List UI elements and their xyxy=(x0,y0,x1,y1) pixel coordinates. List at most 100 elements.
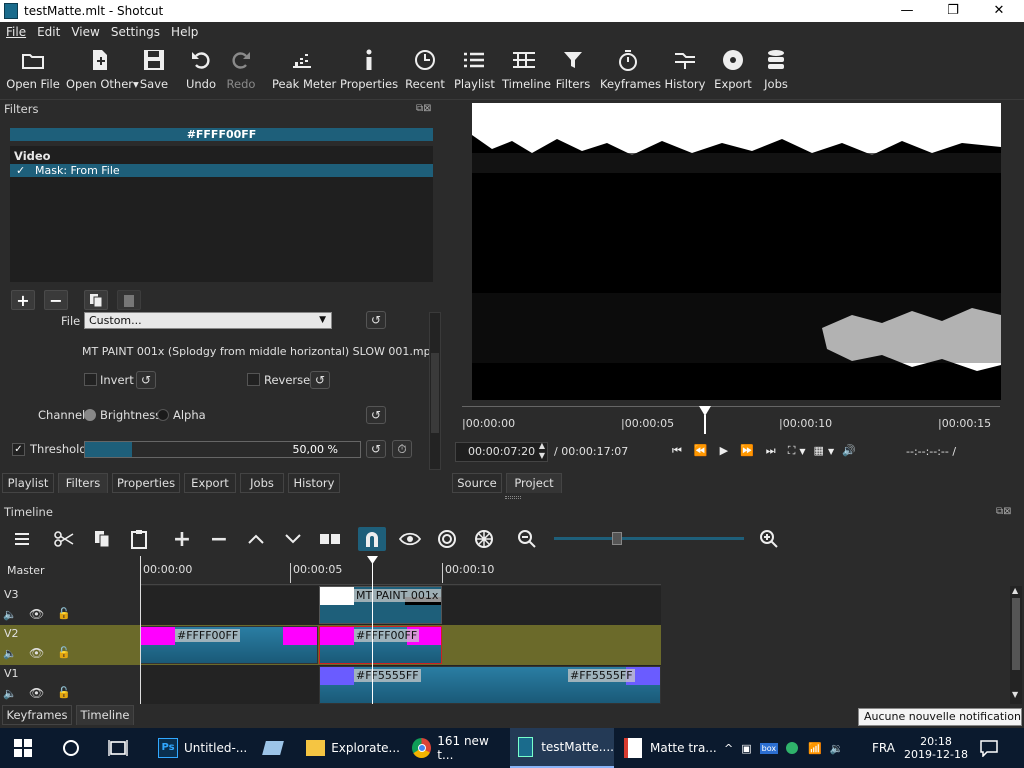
clip-v3-mt-paint[interactable]: MT PAINT 001x (Splodgy from middle horiz… xyxy=(319,586,442,624)
search-circle-icon[interactable] xyxy=(62,728,80,768)
reset-threshold-button[interactable]: ↺ xyxy=(366,440,386,458)
split-icon[interactable] xyxy=(316,527,344,551)
fast-forward-icon[interactable]: ⏩ xyxy=(740,444,754,457)
skip-next-icon[interactable]: ⏭ xyxy=(766,444,776,457)
tab-source[interactable]: Source xyxy=(452,473,502,493)
undo-button[interactable]: Undo xyxy=(184,43,218,100)
taskbar-explorer[interactable]: Explorate... xyxy=(300,728,400,768)
brightness-radio[interactable] xyxy=(84,409,96,421)
track-head-v3[interactable]: V3 🔈 👁 🔓 xyxy=(0,586,140,626)
copy-filter-button[interactable] xyxy=(84,290,108,310)
threshold-keyframes-button[interactable]: ⏱ xyxy=(392,440,412,458)
splitter-handle[interactable] xyxy=(505,496,521,499)
file-combo[interactable]: Custom... ▼ xyxy=(84,312,332,329)
clip-v2-yellow-2-selected[interactable]: #FFFF00FF xyxy=(319,626,442,664)
lift-chevron-up-icon[interactable] xyxy=(242,527,270,551)
panel-float-close-icons[interactable]: ⧉⊠ xyxy=(996,506,1012,517)
menu-help[interactable]: Help xyxy=(165,22,203,39)
zoom-slider[interactable] xyxy=(554,532,744,545)
zoom-out-icon[interactable] xyxy=(513,527,541,551)
lock-icon[interactable]: 🔓 xyxy=(57,607,71,620)
threshold-slider[interactable]: 50,00 % xyxy=(84,441,361,458)
tab-project[interactable]: Project xyxy=(506,473,562,493)
reset-channel-button[interactable]: ↺ xyxy=(366,406,386,424)
scroll-down-icon[interactable]: ▼ xyxy=(1012,690,1018,699)
clip-v1-red[interactable]: #FF5555FF #FF5555FF xyxy=(319,666,661,704)
windows-start-icon[interactable] xyxy=(14,728,32,768)
redo-button[interactable]: Redo xyxy=(224,43,258,100)
play-icon[interactable]: ▶ xyxy=(720,444,728,457)
add-filter-button[interactable]: + xyxy=(11,290,35,310)
timeline-playhead[interactable] xyxy=(372,556,373,704)
remove-minus-icon[interactable]: − xyxy=(205,527,233,552)
tab-filters[interactable]: Filters xyxy=(58,473,108,493)
track-head-v2[interactable]: V2 🔈 👁 🔓 xyxy=(0,625,140,665)
threshold-checkbox[interactable]: ✓ xyxy=(12,443,25,456)
maximize-button[interactable]: ❐ xyxy=(930,0,976,22)
mute-icon[interactable]: 🔈 xyxy=(3,647,17,660)
tray-icons[interactable]: ^ ▣ box 📶 🔉 xyxy=(724,728,852,768)
rewind-icon[interactable]: ⏪ xyxy=(694,444,708,457)
security-shield-icon[interactable] xyxy=(786,742,799,754)
tab-timeline[interactable]: Timeline xyxy=(76,705,134,725)
tab-keyframes[interactable]: Keyframes xyxy=(2,705,72,725)
clock[interactable]: 20:18 2019-12-18 xyxy=(904,728,968,768)
paste-filter-button[interactable] xyxy=(117,290,141,310)
export-button[interactable]: Export xyxy=(714,43,752,100)
jobs-button[interactable]: Jobs xyxy=(760,43,792,100)
peak-meter-button[interactable]: Peak Meter xyxy=(272,43,336,100)
taskbar-app-icon[interactable] xyxy=(256,728,292,768)
reset-file-button[interactable]: ↺ xyxy=(366,311,386,329)
append-plus-icon[interactable]: + xyxy=(168,527,196,552)
open-file-button[interactable]: Open File xyxy=(6,43,60,100)
hide-eye-icon[interactable]: 👁 xyxy=(29,686,44,700)
playlist-button[interactable]: Playlist xyxy=(454,43,495,100)
volume-icon[interactable]: 🔊 xyxy=(842,444,856,457)
minimize-button[interactable]: — xyxy=(884,0,930,22)
clip-v2-yellow-1[interactable]: #FFFF00FF xyxy=(140,626,318,664)
chevron-down-icon[interactable]: ▼ xyxy=(799,447,805,456)
speaker-icon[interactable]: 🔉 xyxy=(830,742,844,755)
zoom-slider-handle[interactable] xyxy=(612,532,622,545)
zoom-fit-icon[interactable]: ⛶ xyxy=(788,444,796,457)
alpha-radio[interactable] xyxy=(157,409,169,421)
recent-button[interactable]: Recent xyxy=(404,43,446,100)
hide-eye-icon[interactable]: 👁 xyxy=(29,607,44,621)
filter-enabled-check[interactable]: ✓ xyxy=(16,164,25,177)
timeline-ruler[interactable]: 00:00:00 00:00:05 00:00:10 xyxy=(140,556,661,585)
keyframes-button[interactable]: Keyframes xyxy=(600,43,661,100)
reset-invert-button[interactable]: ↺ xyxy=(136,371,156,389)
reverse-checkbox[interactable] xyxy=(247,373,260,386)
panel-float-close-icons[interactable]: ⧉⊠ xyxy=(416,103,440,114)
lock-icon[interactable]: 🔓 xyxy=(57,646,71,659)
tab-history[interactable]: History xyxy=(288,473,340,493)
invert-checkbox[interactable] xyxy=(84,373,97,386)
player-ruler[interactable]: |00:00:00 |00:00:05 |00:00:10 |00:00:15 xyxy=(462,406,1000,434)
filters-button[interactable]: Filters xyxy=(554,43,592,100)
timeline-menu-icon[interactable] xyxy=(8,527,36,551)
taskbar-chrome[interactable]: 161 new t... xyxy=(406,728,506,768)
filters-scrollbar[interactable] xyxy=(429,312,441,470)
action-center-icon[interactable] xyxy=(980,728,1002,768)
open-other-button[interactable]: Open Other▾ xyxy=(66,43,139,100)
taskbar-shotcut-active[interactable]: testMatte.... xyxy=(510,728,614,768)
taskbar-pdf[interactable]: Matte tra... xyxy=(618,728,718,768)
ripple-target-icon[interactable] xyxy=(433,527,461,551)
chevron-up-icon[interactable]: ^ xyxy=(724,742,733,755)
mute-icon[interactable]: 🔈 xyxy=(3,687,17,700)
taskbar-photoshop[interactable]: Ps Untitled-... xyxy=(152,728,248,768)
timeline-scrollbar[interactable]: ▲ ▼ xyxy=(1010,586,1022,704)
menu-edit[interactable]: Edit xyxy=(31,22,65,39)
properties-button[interactable]: Properties xyxy=(340,43,398,100)
chevron-down-icon[interactable]: ▼ xyxy=(828,447,834,456)
task-view-icon[interactable] xyxy=(108,728,128,768)
hide-eye-icon[interactable]: 👁 xyxy=(29,646,44,660)
box-tray-icon[interactable]: box xyxy=(759,742,779,754)
language-indicator[interactable]: FRA xyxy=(872,728,895,768)
tab-jobs[interactable]: Jobs xyxy=(240,473,284,493)
grid-icon[interactable]: ▦ xyxy=(814,444,824,457)
timeline-button[interactable]: Timeline xyxy=(502,43,551,100)
skip-previous-icon[interactable]: ⏮ xyxy=(672,444,682,457)
mute-icon[interactable]: 🔈 xyxy=(3,608,17,621)
paste-icon[interactable] xyxy=(125,527,153,551)
